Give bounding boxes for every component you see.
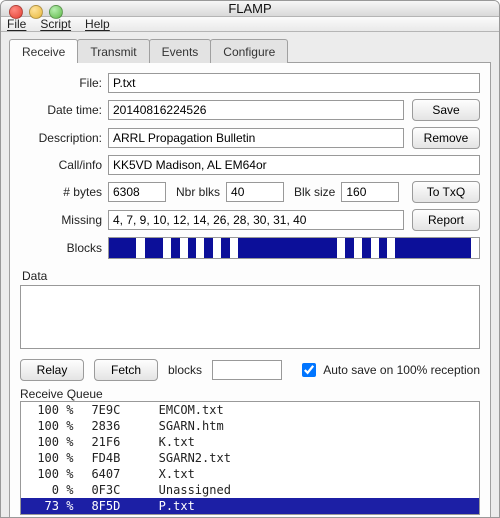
remove-button[interactable]: Remove (412, 127, 480, 149)
block-missing (371, 238, 379, 258)
label-blksize: Blk size (294, 185, 335, 199)
menubar: File Script Help (1, 17, 499, 32)
queue-row[interactable]: 100 % 6407 X.txt (21, 466, 479, 482)
close-icon[interactable] (9, 5, 23, 19)
block-missing (387, 238, 395, 258)
bytes-field[interactable] (108, 182, 166, 202)
missing-field[interactable] (108, 210, 404, 230)
datetime-field[interactable] (108, 100, 404, 120)
label-description: Description: (20, 131, 102, 145)
relay-button[interactable]: Relay (20, 359, 84, 381)
queue-row[interactable]: 100 % 7E9C EMCOM.txt (21, 402, 479, 418)
block-missing (213, 238, 221, 258)
queue-row[interactable]: 73 % 8F5D P.txt (21, 498, 479, 514)
zoom-icon[interactable] (49, 5, 63, 19)
window-title: FLAMP (1, 1, 499, 16)
label-missing: Missing (20, 213, 102, 227)
block-received (145, 238, 163, 258)
block-received (171, 238, 180, 258)
label-bytes: # bytes (20, 185, 102, 199)
callinfo-field[interactable] (108, 155, 480, 175)
label-file: File: (20, 76, 102, 90)
tab-receive[interactable]: Receive (9, 39, 78, 63)
block-received (362, 238, 371, 258)
minimize-icon[interactable] (29, 5, 43, 19)
blksize-field[interactable] (341, 182, 399, 202)
block-received (221, 238, 230, 258)
block-missing (196, 238, 204, 258)
tab-bar: Receive Transmit Events Configure (1, 32, 499, 62)
block-missing (354, 238, 362, 258)
label-blocks: Blocks (20, 241, 102, 255)
description-field[interactable] (108, 128, 404, 148)
autosave-checkbox[interactable] (302, 363, 316, 377)
titlebar: FLAMP (1, 1, 499, 17)
menu-help[interactable]: Help (85, 17, 110, 31)
block-received (379, 238, 387, 258)
relay-blocks-field[interactable] (212, 360, 282, 380)
block-missing (163, 238, 171, 258)
queue-row[interactable]: 100 % 2836 SGARN.htm (21, 418, 479, 434)
queue-row[interactable]: 100 % FD4B SGARN2.txt (21, 450, 479, 466)
block-received (345, 238, 354, 258)
queue-row[interactable]: 100 % 21F6 K.txt (21, 434, 479, 450)
receive-queue[interactable]: 100 % 7E9C EMCOM.txt100 % 2836 SGARN.htm… (20, 401, 480, 515)
block-received (395, 238, 471, 258)
block-received (109, 238, 136, 258)
to-txq-button[interactable]: To TxQ (412, 181, 480, 203)
tab-events[interactable]: Events (149, 39, 212, 63)
tab-transmit[interactable]: Transmit (77, 39, 149, 63)
autosave-row[interactable]: Auto save on 100% reception (298, 360, 480, 380)
file-field[interactable] (108, 73, 480, 93)
save-button[interactable]: Save (412, 99, 480, 121)
block-missing (471, 238, 479, 258)
report-button[interactable]: Report (412, 209, 480, 231)
label-relay-blocks: blocks (168, 363, 202, 377)
label-autosave: Auto save on 100% reception (323, 363, 480, 377)
label-datetime: Date time: (20, 103, 102, 117)
block-received (238, 238, 337, 258)
block-missing (230, 238, 238, 258)
nbrblks-field[interactable] (226, 182, 284, 202)
blocks-strip (108, 237, 480, 259)
tab-configure[interactable]: Configure (210, 39, 288, 63)
receive-page: File: Date time: Save Description: Remov… (9, 62, 491, 518)
app-window: FLAMP File Script Help Receive Transmit … (0, 0, 500, 518)
data-textarea[interactable] (20, 285, 480, 349)
block-received (204, 238, 213, 258)
menu-script[interactable]: Script (40, 17, 71, 31)
label-queue: Receive Queue (20, 387, 480, 401)
block-missing (136, 238, 144, 258)
block-missing (180, 238, 188, 258)
block-missing (337, 238, 345, 258)
fetch-button[interactable]: Fetch (94, 359, 158, 381)
queue-row[interactable]: 0 % 0F3C Unassigned (21, 482, 479, 498)
label-callinfo: Call/info (20, 158, 102, 172)
label-nbrblks: Nbr blks (176, 185, 220, 199)
block-received (188, 238, 196, 258)
label-data: Data (22, 269, 480, 283)
menu-file[interactable]: File (7, 17, 26, 31)
